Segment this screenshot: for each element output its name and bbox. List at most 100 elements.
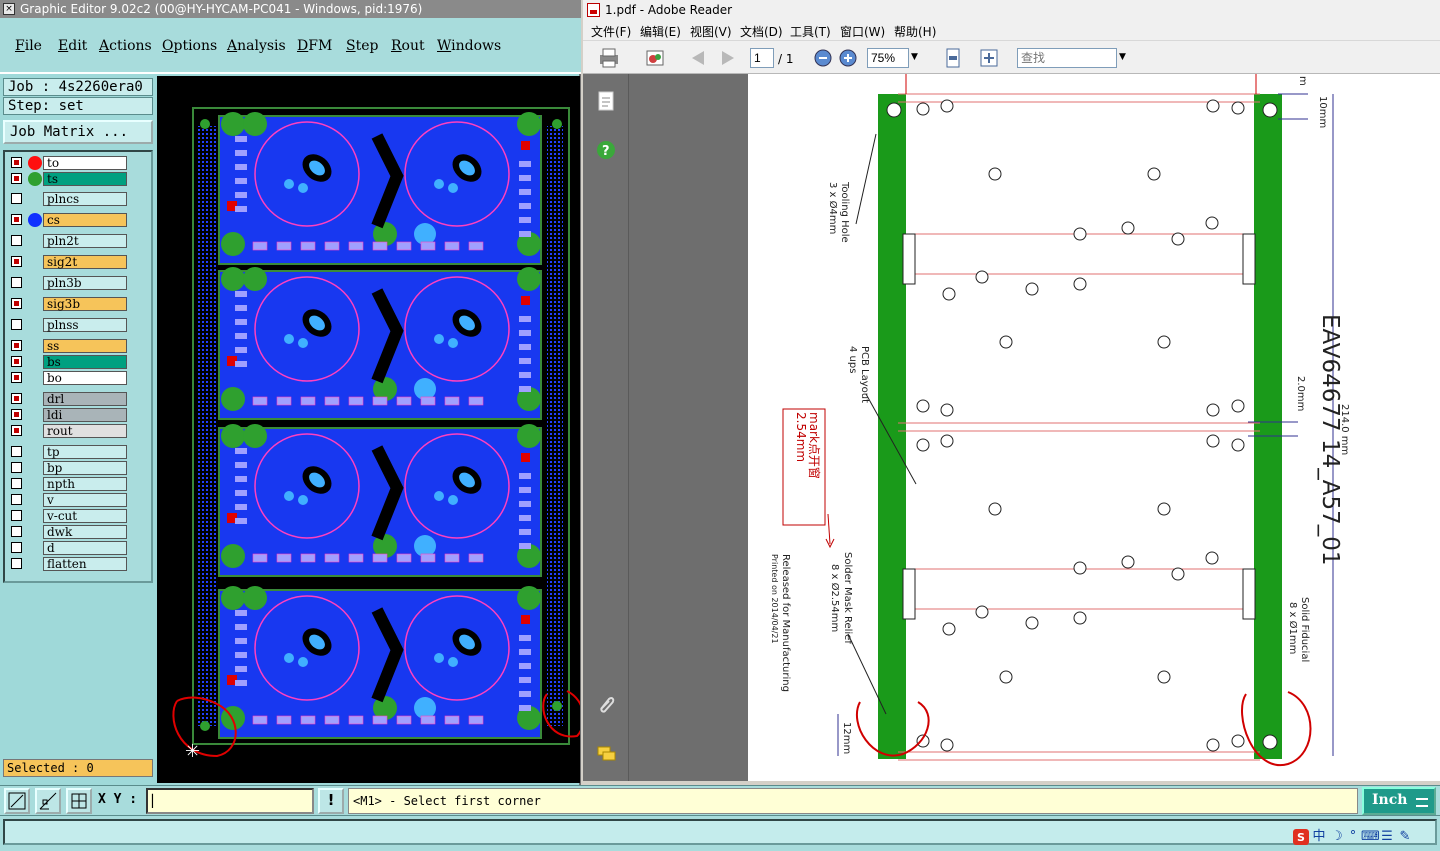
layer-name[interactable]: pln3b bbox=[43, 276, 127, 290]
layer-row-pln2t[interactable]: pln2t bbox=[8, 234, 128, 248]
menu-analysis[interactable]: Analysis bbox=[227, 38, 286, 54]
layer-name[interactable]: plncs bbox=[43, 192, 127, 206]
layer-name[interactable]: tp bbox=[43, 445, 127, 459]
layer-checkbox[interactable] bbox=[11, 340, 22, 351]
layer-row-cs[interactable]: cs bbox=[8, 213, 128, 227]
layer-name[interactable]: dwk bbox=[43, 525, 127, 539]
layer-name[interactable]: ss bbox=[43, 339, 127, 353]
layer-checkbox[interactable] bbox=[11, 510, 22, 521]
layer-name[interactable]: flatten bbox=[43, 557, 127, 571]
layer-name[interactable]: bo bbox=[43, 371, 127, 385]
layer-checkbox[interactable] bbox=[11, 356, 22, 367]
print-icon[interactable] bbox=[597, 47, 621, 69]
layer-name[interactable]: ts bbox=[43, 172, 127, 186]
layer-row-ts[interactable]: ts bbox=[8, 172, 128, 186]
pcb-graphic-canvas[interactable]: ✳ bbox=[157, 76, 585, 783]
ar-menu-view[interactable]: 视图(V) bbox=[690, 23, 732, 40]
layer-row-bp[interactable]: bp bbox=[8, 461, 128, 475]
ime-menu-icon[interactable]: ☰ bbox=[1379, 829, 1395, 845]
measure-button[interactable] bbox=[35, 788, 61, 814]
layer-checkbox[interactable] bbox=[11, 256, 22, 267]
layer-name[interactable]: npth bbox=[43, 477, 127, 491]
find-dropdown-icon[interactable]: ▼ bbox=[1119, 52, 1126, 62]
layer-row-d[interactable]: d bbox=[8, 541, 128, 555]
layer-name[interactable]: plnss bbox=[43, 318, 127, 332]
layer-row-ss[interactable]: ss bbox=[8, 339, 128, 353]
xy-input[interactable]: ▏ bbox=[146, 788, 314, 814]
zoom-level-input[interactable] bbox=[867, 48, 909, 68]
layer-checkbox[interactable] bbox=[11, 425, 22, 436]
layer-checkbox[interactable] bbox=[11, 298, 22, 309]
layer-name[interactable]: bs bbox=[43, 355, 127, 369]
ar-menu-help[interactable]: 帮助(H) bbox=[894, 23, 936, 40]
layer-checkbox[interactable] bbox=[11, 214, 22, 225]
layer-name[interactable]: to bbox=[43, 156, 127, 170]
ar-menu-file[interactable]: 文件(F) bbox=[591, 23, 631, 40]
layer-row-flatten[interactable]: flatten bbox=[8, 557, 128, 571]
ime-keyboard-icon[interactable]: ⌨ bbox=[1361, 829, 1380, 845]
layer-checkbox[interactable] bbox=[11, 446, 22, 457]
layer-row-bs[interactable]: bs bbox=[8, 355, 128, 369]
ime-moon-icon[interactable]: ☽ bbox=[1329, 829, 1345, 845]
menu-windows[interactable]: Windows bbox=[437, 38, 501, 54]
sogou-ime-icon[interactable]: S bbox=[1293, 829, 1309, 845]
fit-width-icon[interactable] bbox=[977, 47, 1001, 69]
zoom-in-icon[interactable] bbox=[836, 47, 860, 69]
ar-menu-tools[interactable]: 工具(T) bbox=[790, 23, 831, 40]
attachments-icon[interactable] bbox=[595, 693, 617, 715]
layer-checkbox[interactable] bbox=[11, 277, 22, 288]
layer-checkbox[interactable] bbox=[11, 193, 22, 204]
layer-name[interactable]: drl bbox=[43, 392, 127, 406]
layer-checkbox[interactable] bbox=[11, 542, 22, 553]
layer-name[interactable]: ldi bbox=[43, 408, 127, 422]
layer-name[interactable]: bp bbox=[43, 461, 127, 475]
layer-row-v-cut[interactable]: v-cut bbox=[8, 509, 128, 523]
ar-menu-window[interactable]: 窗口(W) bbox=[840, 23, 885, 40]
layer-row-tp[interactable]: tp bbox=[8, 445, 128, 459]
help-icon[interactable]: ? bbox=[595, 139, 617, 161]
layer-checkbox[interactable] bbox=[11, 235, 22, 246]
pages-panel-icon[interactable] bbox=[595, 90, 617, 112]
layer-checkbox[interactable] bbox=[11, 319, 22, 330]
menu-options[interactable]: Options bbox=[162, 38, 217, 54]
layer-row-sig2t[interactable]: sig2t bbox=[8, 255, 128, 269]
ime-settings-icon[interactable]: ✎ bbox=[1397, 829, 1413, 845]
layer-name[interactable]: d bbox=[43, 541, 127, 555]
menu-file[interactable]: File bbox=[15, 38, 42, 54]
ime-chinese-mode[interactable]: 中 bbox=[1311, 829, 1327, 845]
find-input[interactable] bbox=[1017, 48, 1117, 68]
menu-dfm[interactable]: DFM bbox=[297, 38, 332, 54]
fit-page-icon[interactable] bbox=[941, 47, 965, 69]
layer-checkbox[interactable] bbox=[11, 526, 22, 537]
menu-actions[interactable]: Actions bbox=[99, 38, 152, 54]
layer-row-sig3b[interactable]: sig3b bbox=[8, 297, 128, 311]
menu-rout[interactable]: Rout bbox=[391, 38, 425, 54]
layer-name[interactable]: cs bbox=[43, 213, 127, 227]
layer-name[interactable]: rout bbox=[43, 424, 127, 438]
layer-checkbox[interactable] bbox=[11, 157, 22, 168]
comments-icon[interactable] bbox=[595, 743, 617, 765]
layer-checkbox[interactable] bbox=[11, 478, 22, 489]
job-matrix-button[interactable]: Job Matrix ... bbox=[3, 120, 153, 144]
layer-row-ldi[interactable]: ldi bbox=[8, 408, 128, 422]
layer-name[interactable]: pln2t bbox=[43, 234, 127, 248]
app-close-icon[interactable]: × bbox=[3, 3, 15, 15]
layer-row-plnss[interactable]: plnss bbox=[8, 318, 128, 332]
zoom-dropdown-icon[interactable]: ▼ bbox=[911, 52, 918, 62]
layer-row-drl[interactable]: drl bbox=[8, 392, 128, 406]
layer-name[interactable]: sig3b bbox=[43, 297, 127, 311]
ar-menu-document[interactable]: 文档(D) bbox=[740, 23, 783, 40]
layer-row-npth[interactable]: npth bbox=[8, 477, 128, 491]
layer-name[interactable]: v bbox=[43, 493, 127, 507]
menu-step[interactable]: Step bbox=[346, 38, 378, 54]
menu-edit[interactable]: Edit bbox=[58, 38, 87, 54]
pdf-page-view[interactable]: EAV64677 14_A57_01 Tooling Hole 3 x Ø4mm… bbox=[748, 74, 1440, 781]
collaborate-icon[interactable] bbox=[643, 47, 667, 69]
layer-checkbox[interactable] bbox=[11, 372, 22, 383]
previous-page-icon[interactable] bbox=[686, 47, 710, 69]
layer-row-pln3b[interactable]: pln3b bbox=[8, 276, 128, 290]
layer-checkbox[interactable] bbox=[11, 462, 22, 473]
layer-checkbox[interactable] bbox=[11, 494, 22, 505]
layer-name[interactable]: v-cut bbox=[43, 509, 127, 523]
ar-menu-edit[interactable]: 编辑(E) bbox=[640, 23, 681, 40]
